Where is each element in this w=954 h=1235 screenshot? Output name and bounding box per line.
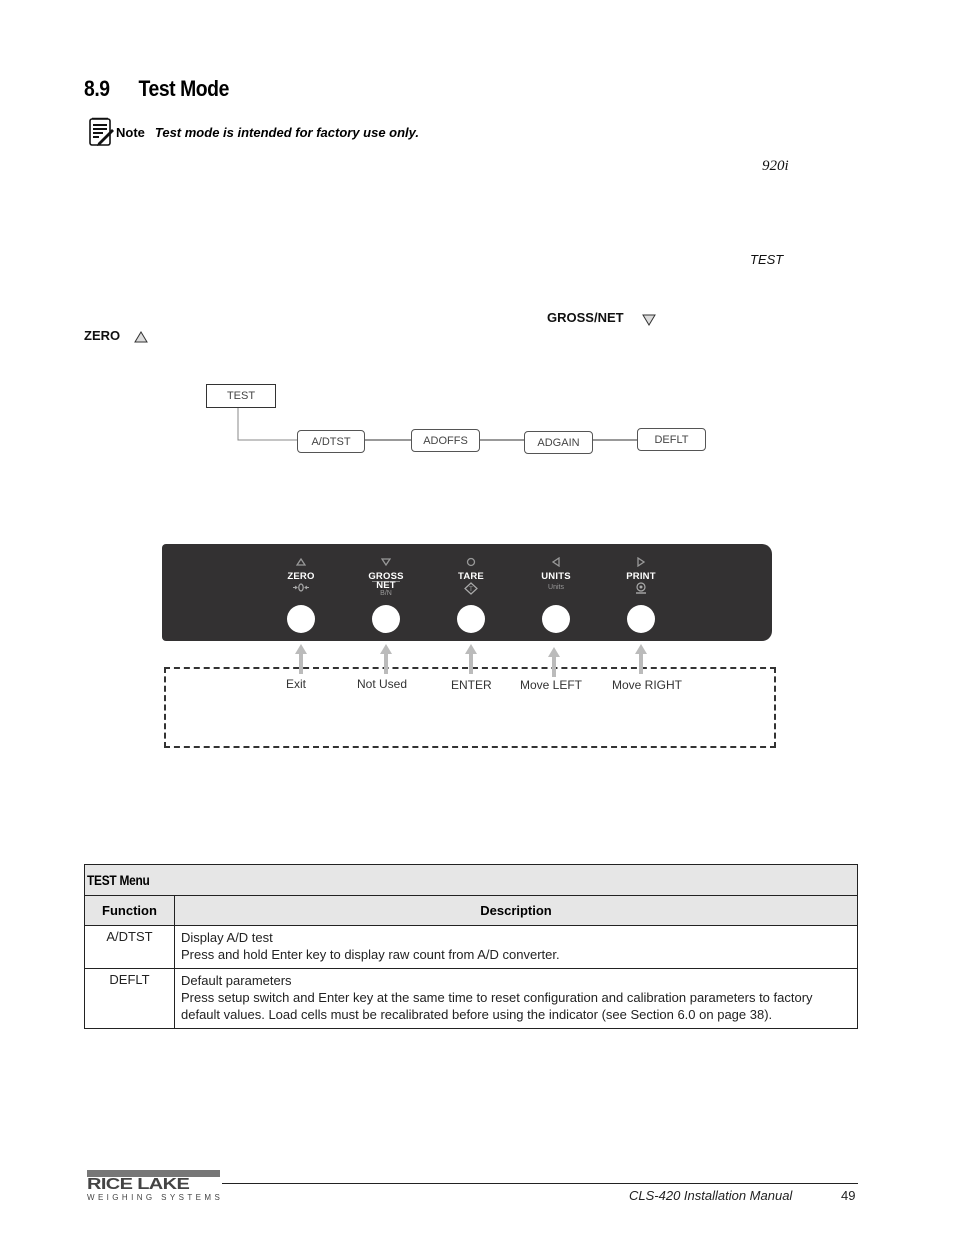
note-text: Test mode is intended for factory use on… [154, 124, 420, 140]
logo-subtitle: WEIGHING SYSTEMS [87, 1193, 224, 1202]
description-cell: Default parameters Press setup switch an… [174, 968, 858, 1029]
note-label: Note [116, 124, 145, 140]
triangle-up-icon [134, 331, 148, 343]
triangle-down-icon [642, 314, 656, 326]
function-label-move-left: Move LEFT [520, 678, 583, 692]
key-zero: ZERO [256, 544, 346, 641]
key-units-label: UNITS [541, 571, 571, 582]
model-name: 920i [762, 158, 789, 174]
arrow-up-icon [548, 647, 560, 677]
units-button[interactable] [542, 605, 570, 633]
zero-key-ref: ZERO [84, 328, 121, 343]
table-row: A/DTST Display A/D test Press and hold E… [84, 925, 858, 969]
test-menu-table: TEST Menu Function Description A/DTST Di… [84, 864, 858, 1029]
gross-net-button[interactable] [372, 605, 400, 633]
section-number: 8.9 [84, 76, 110, 101]
function-label-enter: ENTER [451, 678, 492, 692]
key-print-label: PRINT [626, 571, 656, 582]
column-header-function: Function [84, 895, 175, 926]
table-header-row: Function Description [84, 895, 858, 926]
test-menu-ref: TEST [750, 252, 784, 267]
key-gross-net-sub: B/N [380, 590, 392, 597]
column-header-description: Description [174, 895, 858, 926]
key-tare: TARE T [426, 544, 516, 641]
description-text: Press setup switch and Enter key at the … [181, 990, 813, 1022]
front-panel-keypad: ZERO GROSS NET B/N TARE T UNITS Units PR… [162, 544, 772, 641]
menu-node-adoffs: ADOFFS [411, 429, 480, 452]
triangle-down-icon [381, 558, 391, 566]
gross-net-key-ref: GROSS/NET [547, 310, 624, 325]
triangle-right-icon [637, 557, 645, 567]
description-cell: Display A/D test Press and hold Enter ke… [174, 925, 858, 969]
description-title: Display A/D test [181, 930, 273, 945]
function-label-move-right: Move RIGHT [612, 678, 683, 692]
zero-arrows-icon [293, 583, 309, 592]
table-title-row: TEST Menu [84, 864, 858, 896]
tare-diamond-icon: T [464, 582, 478, 595]
key-units-sub: Units [548, 584, 564, 591]
key-tare-label: TARE [458, 571, 484, 582]
circle-icon [466, 557, 476, 567]
triangle-up-icon [296, 558, 306, 566]
function-cell: A/DTST [84, 925, 175, 969]
key-print: PRINT [596, 544, 686, 641]
notepad-pencil-icon [88, 116, 114, 148]
tree-connectors [237, 408, 637, 441]
manual-title: CLS-420 Installation Manual [629, 1188, 793, 1203]
arrow-up-icon [295, 644, 307, 674]
footer-divider [222, 1183, 858, 1184]
svg-text:T: T [469, 587, 473, 593]
function-label-not-used: Not Used [357, 677, 408, 691]
key-zero-label: ZERO [287, 571, 315, 582]
print-button[interactable] [627, 605, 655, 633]
function-label-exit: Exit [286, 677, 307, 691]
section-heading: 8.9 Test Mode [84, 76, 229, 102]
triangle-left-icon [552, 557, 560, 567]
table-title: TEST Menu [87, 872, 150, 888]
arrow-up-icon [380, 644, 392, 674]
description-text: Press and hold Enter key to display raw … [181, 947, 560, 962]
zero-button[interactable] [287, 605, 315, 633]
menu-node-test: TEST [206, 384, 276, 408]
table-row: DEFLT Default parameters Press setup swi… [84, 968, 858, 1029]
arrow-up-icon [465, 644, 477, 674]
logo-brand: RICE LAKE [87, 1176, 190, 1193]
tare-button[interactable] [457, 605, 485, 633]
menu-node-deflt: DEFLT [637, 428, 706, 451]
key-units: UNITS Units [511, 544, 601, 641]
menu-node-adgain: ADGAIN [524, 431, 593, 454]
rice-lake-logo: RICE LAKE WEIGHING SYSTEMS [87, 1170, 223, 1202]
note-callout: Note Test mode is intended for factory u… [88, 116, 419, 148]
page-number: 49 [841, 1188, 856, 1203]
key-gross-net: GROSS NET B/N [341, 544, 431, 641]
menu-node-adtst: A/DTST [297, 430, 365, 453]
function-cell: DEFLT [84, 968, 175, 1029]
printer-icon [636, 582, 646, 594]
section-title: Test Mode [138, 76, 230, 101]
description-title: Default parameters [181, 973, 292, 988]
arrow-up-icon [635, 644, 647, 674]
